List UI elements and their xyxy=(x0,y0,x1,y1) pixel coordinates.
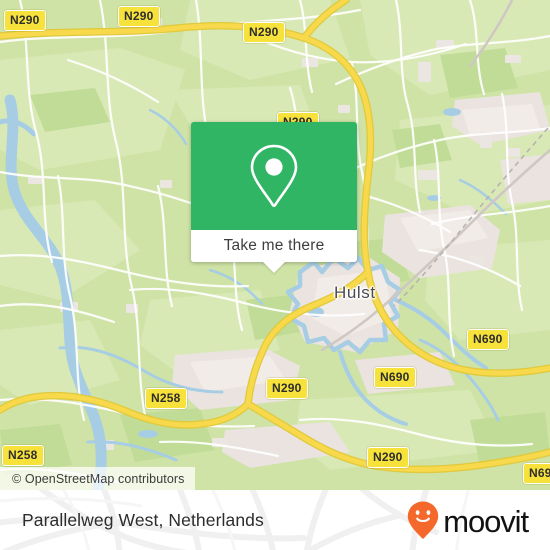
road-shield[interactable]: N290 xyxy=(266,378,308,399)
road-shield[interactable]: N69 xyxy=(523,463,550,484)
moovit-brand[interactable]: moovit xyxy=(406,500,529,540)
road-shield[interactable]: N690 xyxy=(467,329,509,350)
moovit-map-screen: N290 N290 N290 N290 N690 N690 N258 N258 … xyxy=(0,0,550,550)
callout-pointer xyxy=(262,261,286,273)
map-attribution[interactable]: © OpenStreetMap contributors xyxy=(0,467,195,490)
callout-action-panel[interactable]: Take me there xyxy=(191,230,357,273)
take-me-there-label: Take me there xyxy=(223,237,325,254)
map-pin-icon xyxy=(250,144,298,208)
place-label-hulst: Hulst xyxy=(334,283,376,302)
road-shield[interactable]: N290 xyxy=(4,10,46,31)
moovit-wordmark: moovit xyxy=(443,503,529,539)
moovit-pin-smiley-icon xyxy=(408,501,439,539)
road-shield[interactable]: N258 xyxy=(2,445,44,466)
location-title: Parallelweg West, Netherlands xyxy=(22,509,264,530)
road-shield[interactable]: N690 xyxy=(374,367,416,388)
location-callout-card[interactable]: Take me there xyxy=(191,122,357,273)
footer-bar: Parallelweg West, Netherlands moovit xyxy=(0,490,550,550)
road-shield[interactable]: N290 xyxy=(367,447,409,468)
road-shield[interactable]: N258 xyxy=(145,388,187,409)
road-shield[interactable]: N290 xyxy=(243,22,285,43)
callout-icon-panel xyxy=(191,122,357,230)
road-shield[interactable]: N290 xyxy=(118,6,160,27)
